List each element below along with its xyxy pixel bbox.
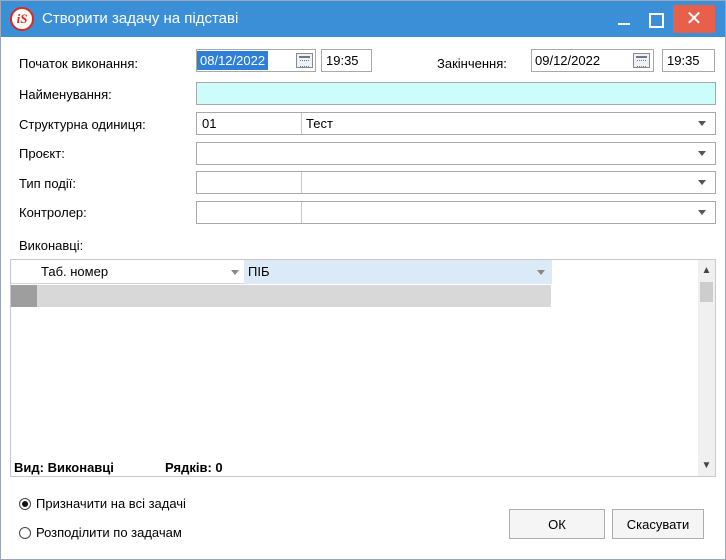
scroll-thumb[interactable] — [700, 282, 713, 302]
distribute-label: Розподілити по задачам — [36, 525, 182, 540]
status-rows: Рядків: 0 — [165, 460, 223, 475]
minimize-button[interactable] — [609, 5, 639, 33]
chevron-down-icon[interactable] — [698, 151, 706, 156]
start-date-value: 08/12/2022 — [197, 51, 269, 70]
project-select[interactable] — [196, 142, 716, 165]
window-title: Створити задачу на підставі — [42, 10, 239, 27]
status-view: Вид: Виконавці — [14, 460, 114, 475]
assign-all-radio[interactable] — [19, 498, 31, 510]
executors-grid[interactable]: Таб. номер ПІБ ▲ ▼ Вид: Виконавці Рядків… — [10, 259, 716, 477]
end-date-value: 09/12/2022 — [535, 53, 601, 68]
event-type-divider — [301, 172, 302, 193]
controller-divider — [301, 202, 302, 223]
chevron-down-icon[interactable] — [698, 210, 706, 215]
start-date-field[interactable]: 08/12/2022 — [196, 49, 316, 72]
start-calendar-icon[interactable] — [296, 53, 313, 68]
maximize-button[interactable] — [641, 5, 671, 33]
project-label: Проєкт: — [19, 146, 65, 161]
chevron-down-icon[interactable] — [698, 180, 706, 185]
unit-code: 01 — [202, 116, 217, 131]
row-indicator[interactable] — [11, 285, 37, 307]
grid-header: Таб. номер ПІБ — [11, 260, 552, 284]
unit-divider — [301, 113, 302, 134]
controller-label: Контролер: — [19, 205, 87, 220]
executors-label: Виконавці: — [19, 238, 84, 253]
filter-icon[interactable] — [537, 270, 545, 275]
filter-icon[interactable] — [231, 270, 239, 275]
name-label: Найменування: — [19, 87, 112, 102]
column-header-name[interactable]: ПІБ — [244, 260, 552, 284]
event-type-select[interactable] — [196, 171, 716, 194]
scroll-down-icon[interactable]: ▼ — [698, 457, 715, 474]
dialog-window: iS Створити задачу на підставі ✕ Початок… — [0, 0, 726, 560]
assign-all-label: Призначити на всі задачі — [36, 496, 186, 511]
chevron-down-icon[interactable] — [698, 121, 706, 126]
end-label: Закінчення: — [437, 56, 507, 71]
close-icon: ✕ — [685, 8, 703, 30]
table-row[interactable] — [37, 285, 551, 307]
name-input[interactable] — [196, 82, 716, 105]
controller-select[interactable] — [196, 201, 716, 224]
end-calendar-icon[interactable] — [633, 53, 650, 68]
scroll-up-icon[interactable]: ▲ — [698, 262, 715, 279]
ok-button[interactable]: ОК — [509, 509, 605, 539]
column-label: Таб. номер — [41, 264, 109, 279]
unit-name: Тест — [306, 116, 333, 131]
unit-select[interactable]: 01 Тест — [196, 112, 716, 135]
vertical-scrollbar[interactable]: ▲ ▼ — [698, 260, 715, 476]
column-label: ПІБ — [248, 264, 270, 279]
end-date-field[interactable]: 09/12/2022 — [531, 49, 654, 72]
column-header-tab-number[interactable]: Таб. номер — [37, 260, 244, 284]
start-label: Початок виконання: — [19, 56, 138, 71]
title-bar[interactable]: iS Створити задачу на підставі ✕ — [1, 1, 725, 37]
unit-label: Структурна одиниця: — [19, 117, 146, 132]
cancel-button[interactable]: Скасувати — [612, 509, 704, 539]
start-time-field[interactable]: 19:35 — [321, 49, 372, 72]
end-time-field[interactable]: 19:35 — [662, 49, 715, 72]
close-button[interactable]: ✕ — [673, 5, 715, 33]
distribute-radio[interactable] — [19, 527, 31, 539]
event-type-label: Тип події: — [19, 176, 76, 191]
app-logo-icon: iS — [10, 7, 34, 31]
